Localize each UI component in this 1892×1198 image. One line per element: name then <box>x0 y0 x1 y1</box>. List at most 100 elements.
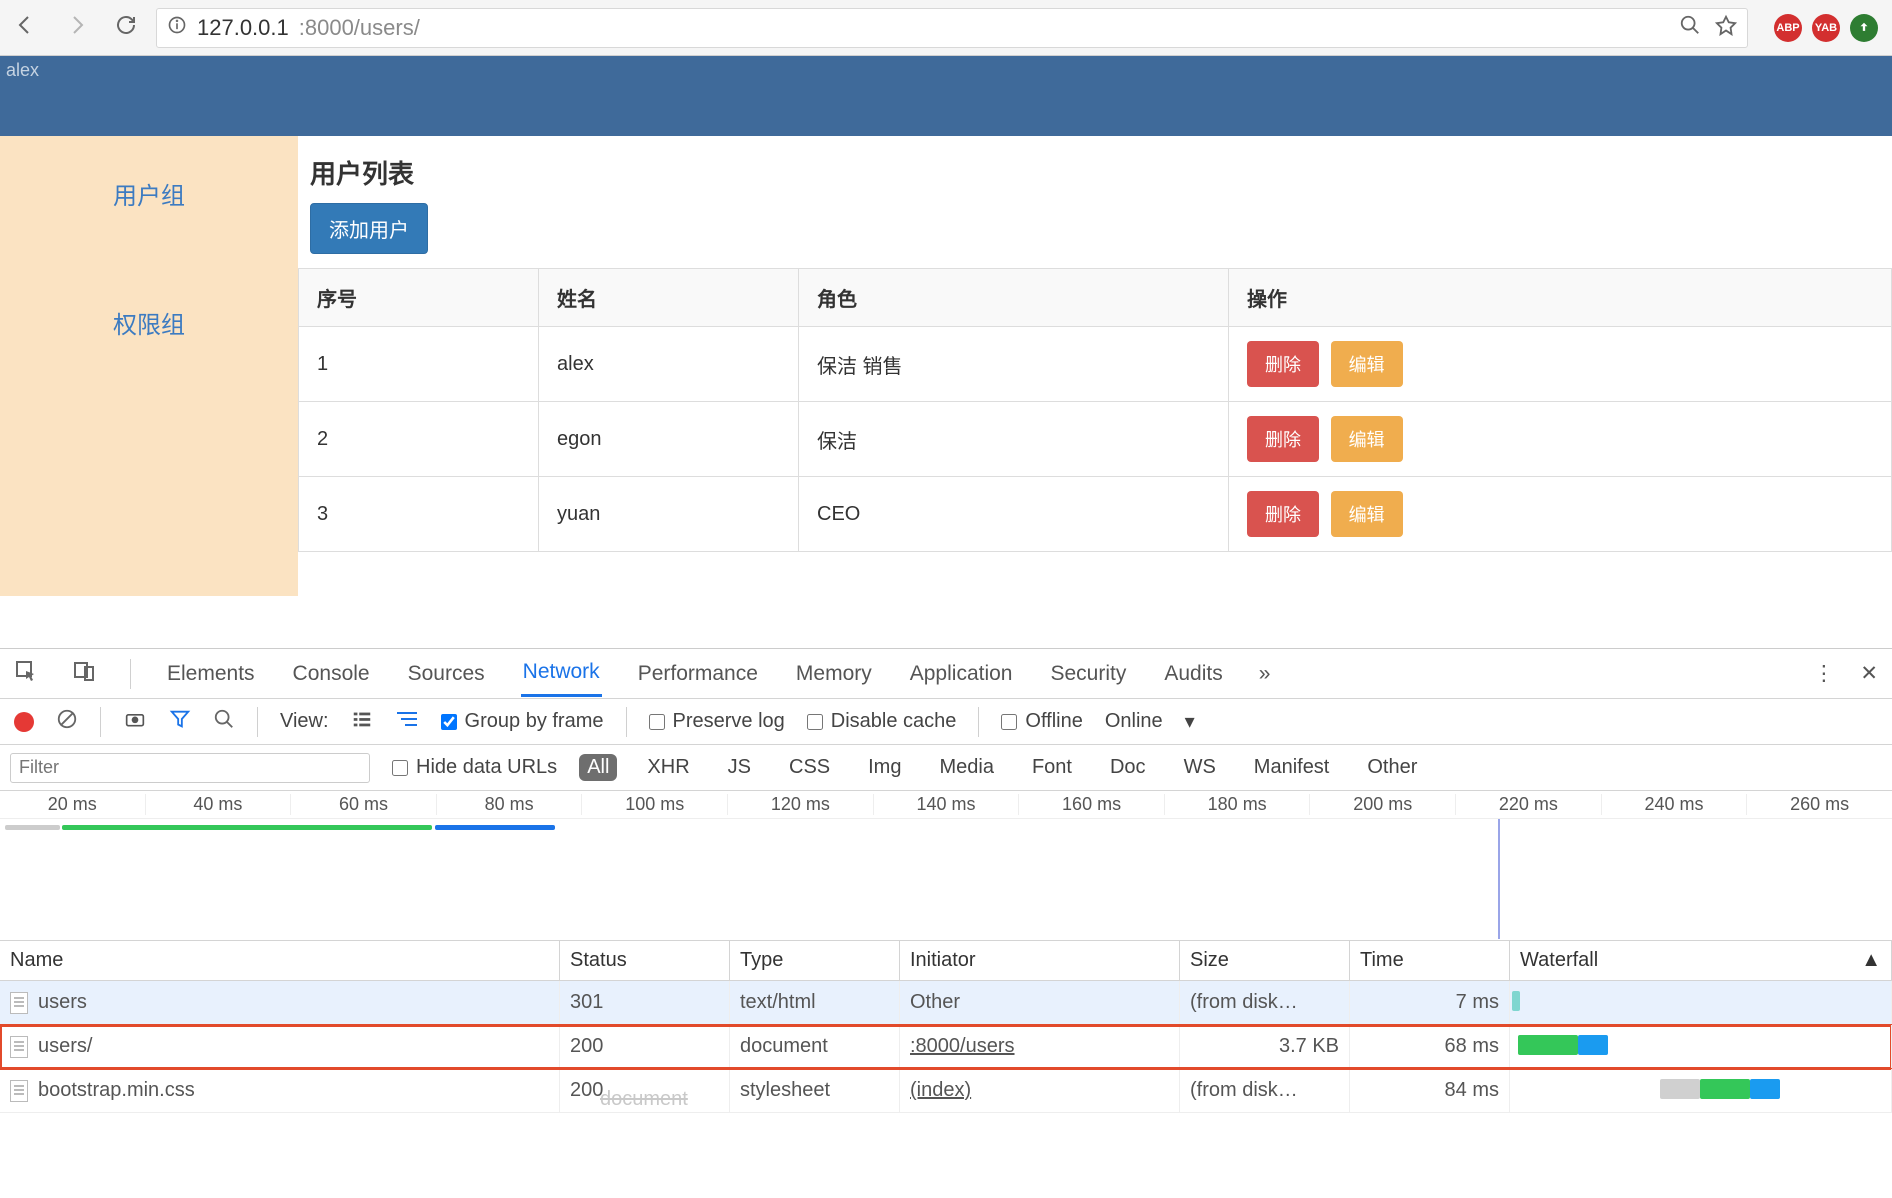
tab-memory[interactable]: Memory <box>794 652 874 696</box>
browser-toolbar: 127.0.0.1 :8000/users/ ABP YAB <box>0 0 1892 56</box>
req-status: 200 <box>560 1025 730 1068</box>
disable-cache-checkbox[interactable]: Disable cache <box>807 710 957 733</box>
initiator-link[interactable]: :8000/users <box>910 1035 1015 1058</box>
col-type[interactable]: Type <box>730 941 900 980</box>
filter-css[interactable]: CSS <box>781 754 838 781</box>
search-icon[interactable] <box>213 708 235 736</box>
device-icon[interactable] <box>72 659 96 689</box>
req-waterfall <box>1510 981 1892 1024</box>
add-user-button[interactable]: 添加用户 <box>310 203 428 254</box>
filter-js[interactable]: JS <box>720 754 759 781</box>
reload-button[interactable] <box>114 13 138 42</box>
url-host: 127.0.0.1 <box>197 15 289 41</box>
col-ops: 操作 <box>1229 269 1892 327</box>
filter-media[interactable]: Media <box>931 754 1001 781</box>
timeline-tick: 200 ms <box>1309 794 1455 815</box>
edit-button[interactable]: 编辑 <box>1331 341 1403 387</box>
network-timeline[interactable]: 20 ms40 ms60 ms80 ms100 ms120 ms140 ms16… <box>0 791 1892 941</box>
tab-application[interactable]: Application <box>908 652 1015 696</box>
table-row: 3 yuan CEO 删除 编辑 <box>299 477 1892 552</box>
timeline-tick: 180 ms <box>1164 794 1310 815</box>
sidebar-item-permgroup[interactable]: 权限组 <box>113 305 185 340</box>
cell-name: yuan <box>539 477 799 552</box>
url-path: :8000/users/ <box>299 15 420 41</box>
address-bar[interactable]: 127.0.0.1 :8000/users/ <box>156 8 1748 48</box>
timeline-tick: 100 ms <box>581 794 727 815</box>
tab-security[interactable]: Security <box>1048 652 1128 696</box>
edit-button[interactable]: 编辑 <box>1331 491 1403 537</box>
group-by-frame-checkbox[interactable]: Group by frame <box>441 710 604 733</box>
sidebar-item-usergroup[interactable]: 用户组 <box>113 176 185 211</box>
tab-console[interactable]: Console <box>291 652 372 696</box>
filter-xhr[interactable]: XHR <box>639 754 697 781</box>
main-content: 用户列表 添加用户 序号 姓名 角色 操作 1 alex 保洁 销售 删除 编辑… <box>298 136 1892 596</box>
view-list-icon[interactable] <box>351 708 373 736</box>
network-row[interactable]: users/ 200 document :8000/users 3.7 KB 6… <box>0 1025 1892 1069</box>
col-name: 姓名 <box>539 269 799 327</box>
timeline-tick: 80 ms <box>436 794 582 815</box>
view-label: View: <box>280 710 329 733</box>
bookmark-star-icon[interactable] <box>1715 14 1737 42</box>
offline-checkbox[interactable]: Offline <box>1001 710 1082 733</box>
back-button[interactable] <box>14 13 38 42</box>
clear-icon[interactable] <box>56 708 78 736</box>
tab-elements[interactable]: Elements <box>165 652 257 696</box>
delete-button[interactable]: 删除 <box>1247 491 1319 537</box>
req-type: text/html <box>730 981 900 1024</box>
throttle-chevron-icon[interactable]: ▾ <box>1185 709 1195 734</box>
timeline-tick: 140 ms <box>873 794 1019 815</box>
preserve-log-checkbox[interactable]: Preserve log <box>649 710 785 733</box>
table-row: 2 egon 保洁 删除 编辑 <box>299 402 1892 477</box>
tab-performance[interactable]: Performance <box>636 652 760 696</box>
filter-doc[interactable]: Doc <box>1102 754 1154 781</box>
tab-audits[interactable]: Audits <box>1162 652 1224 696</box>
ext-upload-icon[interactable] <box>1850 14 1878 42</box>
devtools-menu-icon[interactable]: ⋮ <box>1813 661 1834 686</box>
network-columns: Name Status Type Initiator Size Time Wat… <box>0 941 1892 981</box>
ext-abp-icon[interactable]: ABP <box>1774 14 1802 42</box>
col-initiator[interactable]: Initiator <box>900 941 1180 980</box>
filter-ws[interactable]: WS <box>1176 754 1224 781</box>
tab-network[interactable]: Network <box>521 650 602 697</box>
devtools-close-icon[interactable]: ✕ <box>1860 661 1878 686</box>
network-row[interactable]: bootstrap.min.css 200 stylesheet (index)… <box>0 1069 1892 1113</box>
sidebar: 用户组 权限组 <box>0 136 298 596</box>
delete-button[interactable]: 删除 <box>1247 341 1319 387</box>
col-size[interactable]: Size <box>1180 941 1350 980</box>
filter-other[interactable]: Other <box>1359 754 1425 781</box>
network-row[interactable]: users 301 text/html Other (from disk… 7 … <box>0 981 1892 1025</box>
file-icon <box>10 1080 28 1102</box>
edit-button[interactable]: 编辑 <box>1331 416 1403 462</box>
col-time[interactable]: Time <box>1350 941 1510 980</box>
info-icon[interactable] <box>167 15 187 41</box>
delete-button[interactable]: 删除 <box>1247 416 1319 462</box>
inspect-icon[interactable] <box>14 659 38 689</box>
forward-button[interactable] <box>64 13 88 42</box>
filter-all[interactable]: All <box>579 754 617 781</box>
col-name[interactable]: Name <box>0 941 560 980</box>
nav-buttons <box>14 13 138 42</box>
req-time: 68 ms <box>1350 1025 1510 1068</box>
tab-sources[interactable]: Sources <box>406 652 487 696</box>
cell-name: alex <box>539 327 799 402</box>
capture-icon[interactable] <box>123 709 147 735</box>
col-waterfall[interactable]: Waterfall▲ <box>1510 941 1892 980</box>
zoom-search-icon[interactable] <box>1679 14 1701 42</box>
tabs-overflow-icon[interactable]: » <box>1259 662 1271 686</box>
filter-input[interactable] <box>10 753 370 783</box>
filter-img[interactable]: Img <box>860 754 909 781</box>
ext-yab-icon[interactable]: YAB <box>1812 14 1840 42</box>
req-status: 301 <box>560 981 730 1024</box>
initiator-link[interactable]: (index) <box>910 1079 971 1102</box>
table-row: 1 alex 保洁 销售 删除 编辑 <box>299 327 1892 402</box>
filter-font[interactable]: Font <box>1024 754 1080 781</box>
hide-data-urls-checkbox[interactable]: Hide data URLs <box>392 756 557 779</box>
record-button[interactable] <box>14 712 34 732</box>
ghost-text: document <box>600 1088 688 1111</box>
view-frame-icon[interactable] <box>395 709 419 735</box>
filter-funnel-icon[interactable] <box>169 708 191 736</box>
devtools: Elements Console Sources Network Perform… <box>0 648 1892 1198</box>
throttle-select[interactable]: Online <box>1105 710 1163 733</box>
col-status[interactable]: Status <box>560 941 730 980</box>
filter-manifest[interactable]: Manifest <box>1246 754 1338 781</box>
